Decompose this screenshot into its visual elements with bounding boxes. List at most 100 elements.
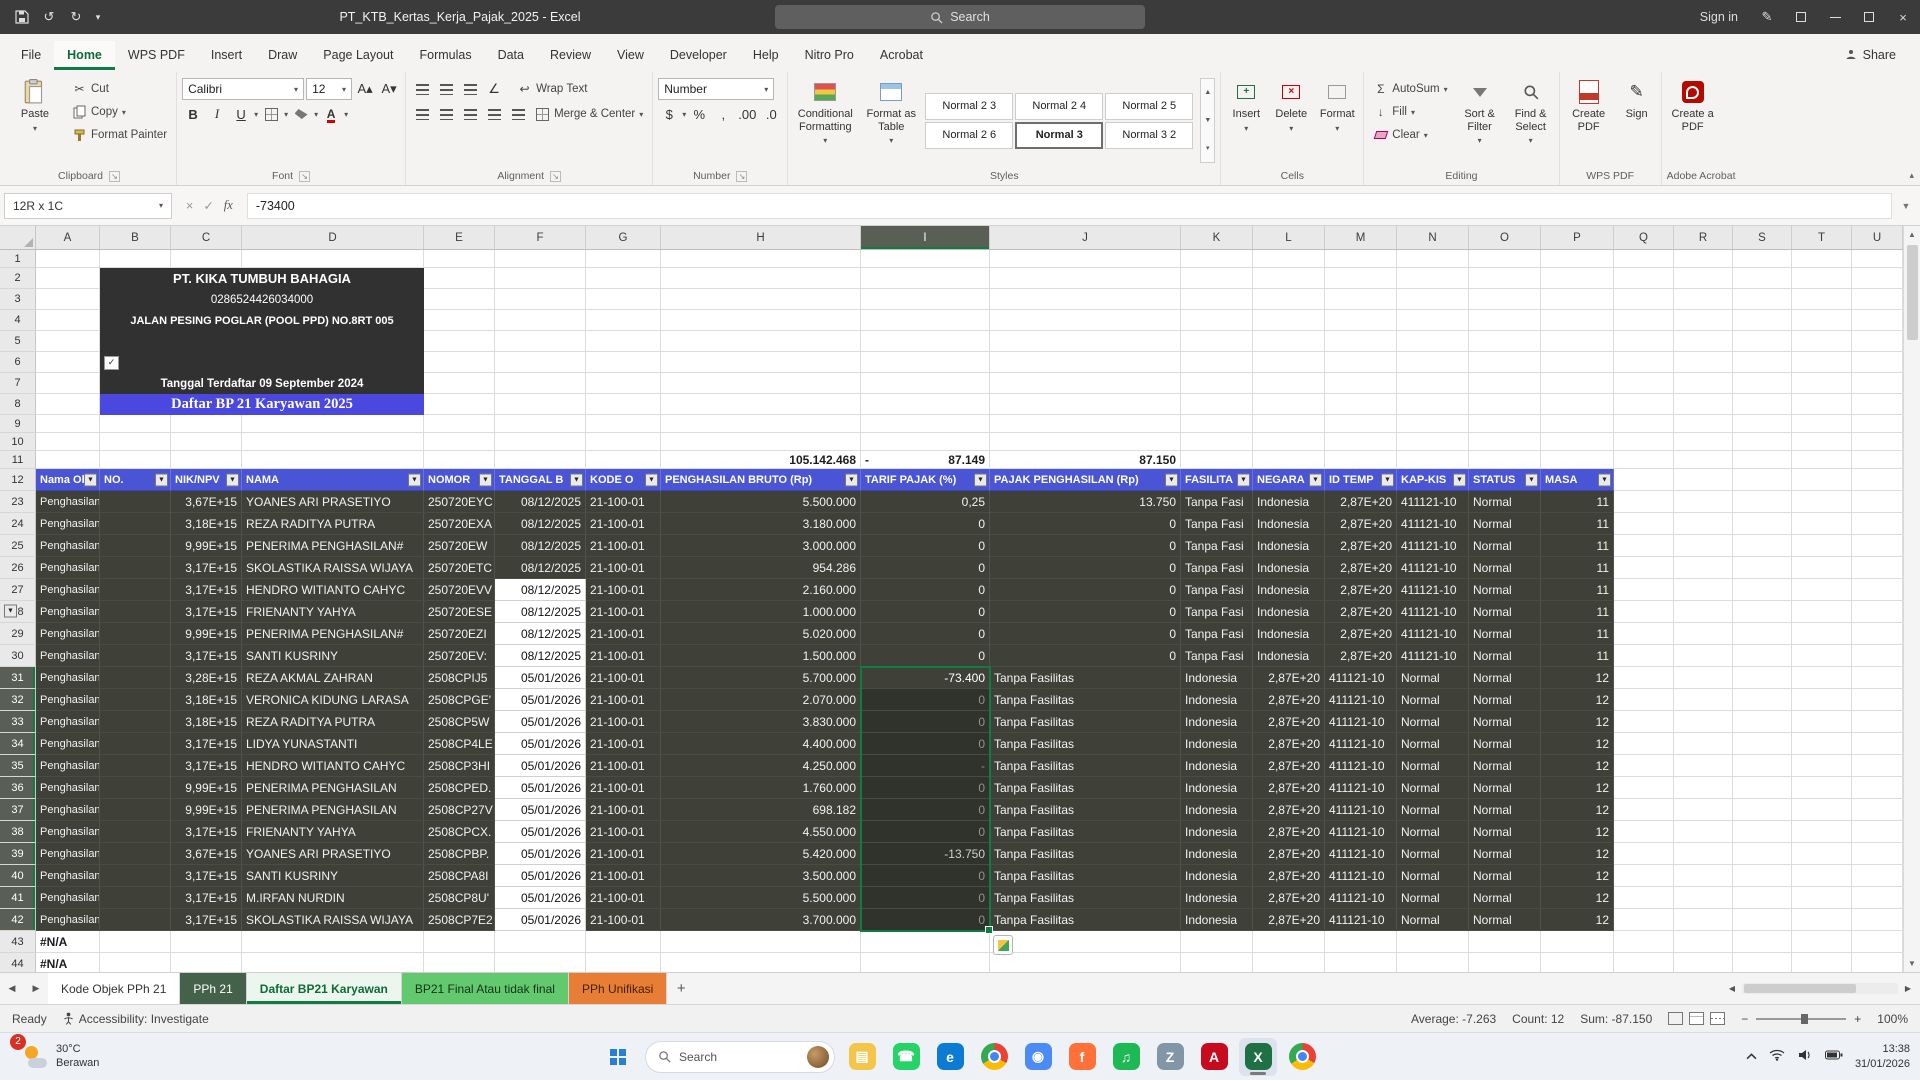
zoom-out-icon[interactable]: − xyxy=(1741,1012,1748,1026)
cell-K44[interactable] xyxy=(1181,953,1253,972)
cell-B26[interactable] xyxy=(100,557,171,579)
cell-E4[interactable] xyxy=(424,310,495,331)
cell-D35[interactable]: HENDRO WITIANTO CAHYC xyxy=(242,755,424,777)
cancel-entry-icon[interactable]: × xyxy=(186,199,193,213)
cell-H9[interactable] xyxy=(661,415,861,433)
cell-Q37[interactable] xyxy=(1614,799,1674,821)
cell-B30[interactable] xyxy=(100,645,171,667)
cell-A12[interactable]: Nama Ob▼ xyxy=(36,469,100,491)
cell-L37[interactable]: 2,87E+20 xyxy=(1253,799,1325,821)
row-header-33[interactable]: 33 xyxy=(0,711,36,733)
cell-H12[interactable]: PENGHASILAN BRUTO (Rp)▼ xyxy=(661,469,861,491)
ribbon-display-icon[interactable] xyxy=(1784,0,1818,34)
cell-Q8[interactable] xyxy=(1614,394,1674,415)
cell-F8[interactable] xyxy=(495,394,586,415)
cell-G25[interactable]: 21-100-01 xyxy=(586,535,661,557)
cell-N5[interactable] xyxy=(1397,331,1469,352)
cell-J32[interactable]: Tanpa Fasilitas xyxy=(990,689,1181,711)
cell-J38[interactable]: Tanpa Fasilitas xyxy=(990,821,1181,843)
cell-S10[interactable] xyxy=(1733,433,1792,451)
cell-H36[interactable]: 1.760.000 xyxy=(661,777,861,799)
cell-E34[interactable]: 2508CP4LE xyxy=(424,733,495,755)
cell-A30[interactable]: Penghasilan yang diter xyxy=(36,645,100,667)
cell-T38[interactable] xyxy=(1792,821,1852,843)
clipboard-dialog-launcher-icon[interactable]: ↘ xyxy=(109,171,120,182)
cell-B44[interactable] xyxy=(100,953,171,972)
cell-I44[interactable] xyxy=(861,953,990,972)
cell-R28[interactable] xyxy=(1674,601,1733,623)
cell-T2[interactable] xyxy=(1792,268,1852,289)
italic-button[interactable]: I xyxy=(206,103,228,125)
filter-icon[interactable]: ▼ xyxy=(1165,473,1178,486)
cell-A29[interactable]: Penghasilan yang diter xyxy=(36,623,100,645)
cell-M25[interactable]: 2,87E+20 xyxy=(1325,535,1397,557)
cell-L40[interactable]: 2,87E+20 xyxy=(1253,865,1325,887)
sheet-tab-daftar-bp21-karyawan[interactable]: Daftar BP21 Karyawan xyxy=(247,973,402,1004)
cell-N2[interactable] xyxy=(1397,268,1469,289)
alignment-dialog-launcher-icon[interactable]: ↘ xyxy=(550,171,561,182)
cell-E29[interactable]: 250720EZI xyxy=(424,623,495,645)
cell-I33[interactable]: 0 xyxy=(861,711,990,733)
cell-F29[interactable]: 08/12/2025 xyxy=(495,623,586,645)
cell-C32[interactable]: 3,18E+15 xyxy=(171,689,242,711)
cell-H44[interactable] xyxy=(661,953,861,972)
cell-P7[interactable] xyxy=(1541,373,1614,394)
cell-L6[interactable] xyxy=(1253,352,1325,373)
cell-H10[interactable] xyxy=(661,433,861,451)
cell-H3[interactable] xyxy=(661,289,861,310)
cell-G43[interactable] xyxy=(586,931,661,953)
cell-D39[interactable]: YOANES ARI PRASETIYO xyxy=(242,843,424,865)
cell-I42[interactable]: 0 xyxy=(861,909,990,931)
cell-N39[interactable]: Normal xyxy=(1397,843,1469,865)
cell-D32[interactable]: VERONICA KIDUNG LARASA xyxy=(242,689,424,711)
cell-O8[interactable] xyxy=(1469,394,1541,415)
cell-E25[interactable]: 250720EW xyxy=(424,535,495,557)
cell-L9[interactable] xyxy=(1253,415,1325,433)
cell-D36[interactable]: PENERIMA PENGHASILAN xyxy=(242,777,424,799)
row-header-30[interactable]: 30 xyxy=(0,645,36,667)
cell-J1[interactable] xyxy=(990,250,1181,268)
cell-T41[interactable] xyxy=(1792,887,1852,909)
cell-R10[interactable] xyxy=(1674,433,1733,451)
orientation-icon[interactable]: ∠ xyxy=(483,78,505,100)
cell-I40[interactable]: 0 xyxy=(861,865,990,887)
cell-N4[interactable] xyxy=(1397,310,1469,331)
select-all-corner[interactable] xyxy=(0,226,36,249)
cell-B27[interactable] xyxy=(100,579,171,601)
page-layout-view-icon[interactable] xyxy=(1689,1012,1704,1025)
column-header-B[interactable]: B xyxy=(100,226,171,249)
cell-N10[interactable] xyxy=(1397,433,1469,451)
cell-E37[interactable]: 2508CP27V xyxy=(424,799,495,821)
cell-S37[interactable] xyxy=(1733,799,1792,821)
cell-U10[interactable] xyxy=(1852,433,1903,451)
row-header-5[interactable]: 5 xyxy=(0,331,36,352)
cell-M44[interactable] xyxy=(1325,953,1397,972)
conditional-formatting-button[interactable]: Conditional Formatting ▾ xyxy=(793,74,857,167)
cell-F27[interactable]: 08/12/2025 xyxy=(495,579,586,601)
cell-J33[interactable]: Tanpa Fasilitas xyxy=(990,711,1181,733)
cell-N42[interactable]: Normal xyxy=(1397,909,1469,931)
column-header-A[interactable]: A xyxy=(36,226,100,249)
cell-J26[interactable]: 0 xyxy=(990,557,1181,579)
cell-M26[interactable]: 2,87E+20 xyxy=(1325,557,1397,579)
cell-N28[interactable]: 411121-10 xyxy=(1397,601,1469,623)
cell-N7[interactable] xyxy=(1397,373,1469,394)
column-header-O[interactable]: O xyxy=(1469,226,1541,249)
cell-P5[interactable] xyxy=(1541,331,1614,352)
row-header-37[interactable]: 37 xyxy=(0,799,36,821)
cell-N12[interactable]: KAP-KIS▼ xyxy=(1397,469,1469,491)
cell-M2[interactable] xyxy=(1325,268,1397,289)
cell-N23[interactable]: 411121-10 xyxy=(1397,491,1469,513)
cell-T6[interactable] xyxy=(1792,352,1852,373)
cell-C1[interactable] xyxy=(171,250,242,268)
cell-U2[interactable] xyxy=(1852,268,1903,289)
cell-N26[interactable]: 411121-10 xyxy=(1397,557,1469,579)
taskbar-clock[interactable]: 13:38 31/01/2026 xyxy=(1855,1042,1910,1071)
cell-U7[interactable] xyxy=(1852,373,1903,394)
cell-J44[interactable] xyxy=(990,953,1181,972)
taskbar-app-file-explorer-icon[interactable]: ▤ xyxy=(843,1038,881,1076)
cell-G4[interactable] xyxy=(586,310,661,331)
ribbon-tab-formulas[interactable]: Formulas xyxy=(406,41,484,70)
cell-K29[interactable]: Tanpa Fasi xyxy=(1181,623,1253,645)
cell-S32[interactable] xyxy=(1733,689,1792,711)
